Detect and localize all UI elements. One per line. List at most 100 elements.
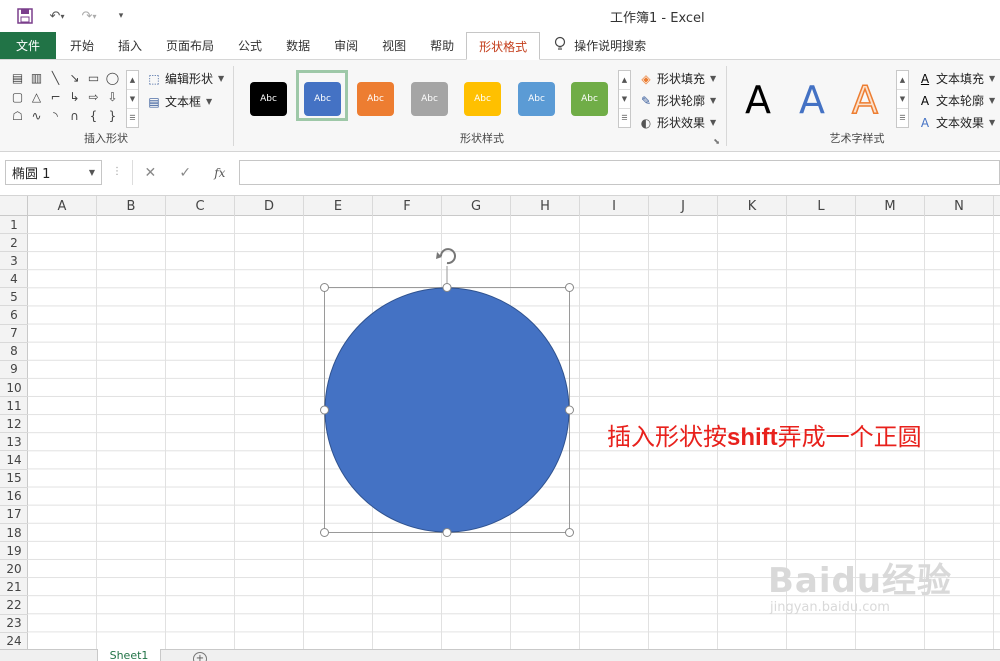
shape-outline-button[interactable]: ✎ 形状轮廓 ▼ (638, 92, 716, 109)
text-box-button[interactable]: ▤ 文本框 ▼ (146, 93, 212, 110)
textbox-shape-icon[interactable]: ▤ (8, 68, 27, 87)
column-header-g[interactable]: G (442, 196, 511, 216)
tab-page-layout[interactable]: 页面布局 (154, 32, 226, 59)
wordart-orange-letter[interactable]: A (851, 77, 879, 123)
column-header-j[interactable]: J (649, 196, 718, 216)
row-header-20[interactable]: 20 (0, 560, 28, 579)
row-header-16[interactable]: 16 (0, 488, 28, 506)
right-arrow-shape-icon[interactable]: ⇨ (84, 87, 103, 106)
line-shape-icon[interactable]: ╲ (46, 68, 65, 87)
row-header-24[interactable]: 24 (0, 633, 28, 649)
tab-view[interactable]: 视图 (370, 32, 418, 59)
row-header-18[interactable]: 18 (0, 524, 28, 543)
arrow-line-shape-icon[interactable]: ↘ (65, 68, 84, 87)
undo-icon[interactable]: ↶ ▾ (46, 6, 68, 26)
text-fill-button[interactable]: A 文本填充 ▼ (917, 70, 995, 87)
down-arrow-shape-icon[interactable]: ⇩ (103, 87, 122, 106)
name-box[interactable]: 椭圆 1 ▼ (5, 160, 102, 185)
arc-shape-icon[interactable]: ◝ (46, 106, 65, 125)
shape-styles-scroll[interactable]: ▲ ▼ ☰ (618, 70, 631, 128)
enter-icon[interactable]: ✓ (179, 165, 191, 181)
tab-file[interactable]: 文件 (0, 32, 56, 59)
column-header-k[interactable]: K (718, 196, 787, 216)
text-outline-button[interactable]: A 文本轮廓 ▼ (917, 92, 995, 109)
insert-function-icon[interactable]: fx (214, 166, 225, 180)
column-header-i[interactable]: I (580, 196, 649, 216)
tab-home[interactable]: 开始 (56, 32, 106, 59)
row-header-7[interactable]: 7 (0, 325, 28, 343)
row-header-17[interactable]: 17 (0, 506, 28, 524)
shape-fill-button[interactable]: ◈ 形状填充 ▼ (638, 70, 716, 87)
shape-style-swatch-green[interactable]: Abc (571, 82, 608, 116)
row-header-11[interactable]: 11 (0, 397, 28, 416)
redo-icon[interactable]: ↷ ▾ (78, 6, 100, 26)
freeform-shape-icon[interactable]: ☖ (8, 106, 27, 125)
shape-style-swatch-black[interactable]: Abc (250, 82, 287, 116)
dialog-launcher-icon[interactable]: ⬊ (713, 137, 720, 146)
tell-me-search[interactable]: 操作说明搜索 (540, 32, 658, 59)
elbow-arrow-icon[interactable]: ↳ (65, 87, 84, 106)
shape-style-swatch-gray[interactable]: Abc (411, 82, 448, 116)
right-brace-shape-icon[interactable]: } (103, 106, 122, 125)
vertical-textbox-shape-icon[interactable]: ▥ (27, 68, 46, 87)
scroll-down-icon[interactable]: ▼ (127, 90, 138, 109)
column-header-b[interactable]: B (97, 196, 166, 216)
more-icon[interactable]: ☰ (127, 109, 138, 127)
scroll-down-icon[interactable]: ▼ (619, 90, 630, 109)
tab-formulas[interactable]: 公式 (226, 32, 274, 59)
row-header-1[interactable]: 1 (0, 216, 28, 234)
column-header-l[interactable]: L (787, 196, 856, 216)
row-header-9[interactable]: 9 (0, 361, 28, 379)
column-header-n[interactable]: N (925, 196, 994, 216)
row-header-12[interactable]: 12 (0, 415, 28, 434)
row-header-21[interactable]: 21 (0, 578, 28, 597)
chevron-down-icon[interactable]: ▼ (89, 168, 95, 177)
save-icon[interactable] (14, 6, 36, 26)
row-header-15[interactable]: 15 (0, 470, 28, 488)
tab-insert[interactable]: 插入 (106, 32, 154, 59)
row-header-13[interactable]: 13 (0, 433, 28, 452)
tab-help[interactable]: 帮助 (418, 32, 466, 59)
add-sheet-icon[interactable]: + (193, 652, 207, 661)
column-header-c[interactable]: C (166, 196, 235, 216)
more-icon[interactable]: ☰ (897, 109, 908, 127)
cancel-icon[interactable]: ✕ (145, 165, 157, 181)
scroll-up-icon[interactable]: ▲ (127, 71, 138, 90)
scroll-down-icon[interactable]: ▼ (897, 90, 908, 109)
text-effects-button[interactable]: A 文本效果 ▼ (917, 114, 995, 131)
curve-shape-icon[interactable]: ∩ (65, 106, 84, 125)
column-header-m[interactable]: M (856, 196, 925, 216)
oval-shape-icon[interactable]: ◯ (103, 68, 122, 87)
wordart-blue-letter[interactable]: A (799, 78, 825, 122)
shapes-gallery-scroll[interactable]: ▲ ▼ ☰ (126, 70, 139, 128)
shape-style-swatch-light-blue[interactable]: Abc (518, 82, 555, 116)
rectangle-shape-icon[interactable]: ▭ (84, 68, 103, 87)
customize-qat-icon[interactable]: ▾ (110, 6, 132, 26)
more-options-icon[interactable]: ⋮ (112, 166, 122, 177)
scribble-shape-icon[interactable]: ∿ (27, 106, 46, 125)
row-header-4[interactable]: 4 (0, 270, 28, 289)
shape-style-swatch-orange[interactable]: Abc (357, 82, 394, 116)
column-header-a[interactable]: A (28, 196, 97, 216)
row-header-22[interactable]: 22 (0, 597, 28, 615)
select-all-corner[interactable] (0, 196, 28, 216)
tab-shape-format[interactable]: 形状格式 (466, 32, 541, 60)
tab-data[interactable]: 数据 (274, 32, 322, 59)
row-header-6[interactable]: 6 (0, 307, 28, 325)
row-header-19[interactable]: 19 (0, 542, 28, 561)
tab-review[interactable]: 审阅 (322, 32, 370, 59)
edit-shape-button[interactable]: ⬚ 编辑形状 ▼ (146, 70, 224, 87)
triangle-shape-icon[interactable]: △ (27, 87, 46, 106)
row-header-3[interactable]: 3 (0, 252, 28, 271)
row-header-2[interactable]: 2 (0, 234, 28, 253)
row-header-8[interactable]: 8 (0, 343, 28, 361)
scroll-up-icon[interactable]: ▲ (897, 71, 908, 90)
left-brace-shape-icon[interactable]: { (84, 106, 103, 125)
wordart-black-letter[interactable]: A (745, 78, 771, 122)
sheet-tab-sheet1[interactable]: Sheet1 (97, 649, 161, 661)
elbow-connector-icon[interactable]: ⌐ (46, 87, 65, 106)
row-header-23[interactable]: 23 (0, 615, 28, 633)
column-header-e[interactable]: E (304, 196, 373, 216)
shape-style-swatch-gold[interactable]: Abc (464, 82, 501, 116)
more-icon[interactable]: ☰ (619, 109, 630, 127)
